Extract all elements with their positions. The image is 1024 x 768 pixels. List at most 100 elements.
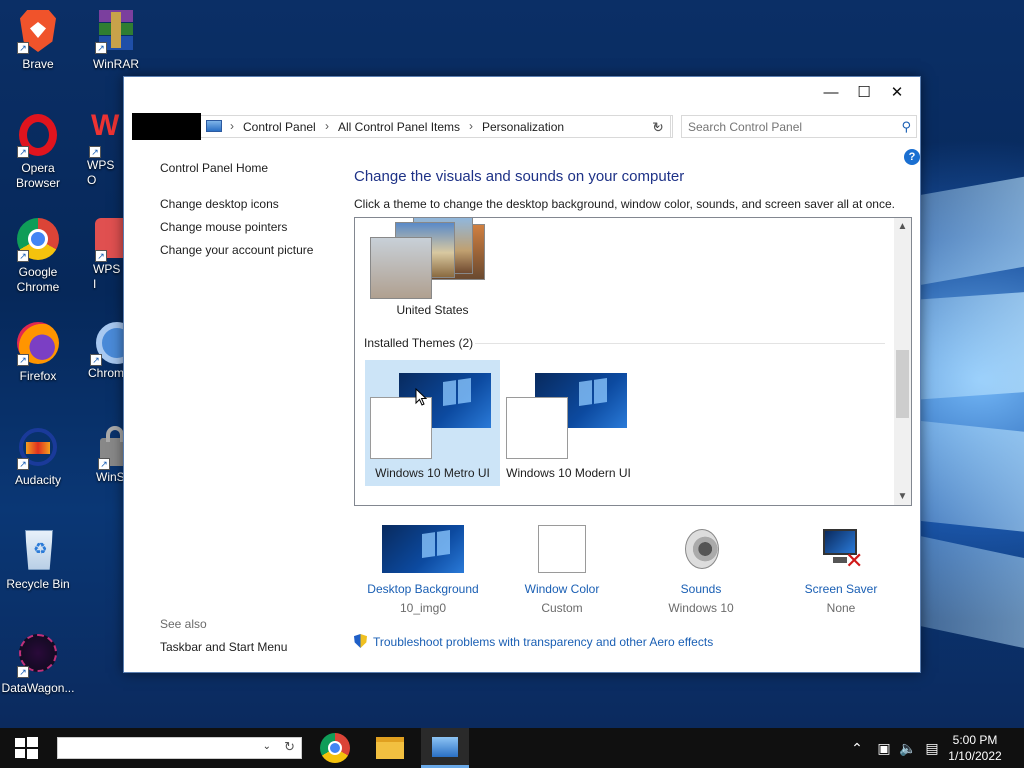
firefox-icon: ↗ [15,320,61,366]
chevron-up-icon[interactable]: ⌃ [848,728,866,768]
screen-saver-icon: ✕ [817,525,865,573]
screen-saver-value: None [826,601,856,615]
window-color-icon [538,525,586,573]
clock[interactable]: 5:00 PM 1/10/2022 [940,732,1010,764]
vertical-scrollbar[interactable]: ▲ ▼ [894,218,911,505]
datawagon-icon: ↗ [15,632,61,678]
opera-icon: ↗ [15,112,61,158]
window-color-value: Custom [541,601,583,615]
theme-list[interactable]: United States Installed Themes (2) Windo… [354,217,912,506]
installed-themes-label: Installed Themes (2) [364,336,474,350]
theme-windows-10-metro-ui[interactable]: Windows 10 Metro UI [365,360,500,486]
help-icon[interactable]: ? [904,149,920,165]
wps-office-icon: W ↗ [89,112,120,158]
control-panel-home-link[interactable]: Control Panel Home [160,161,268,175]
screen-saver-link[interactable]: Screen Saver [776,582,906,596]
desktop-icon-chromium[interactable]: ↗ Chrom [78,320,123,381]
taskbar-search-input[interactable] [58,738,248,758]
clock-time: 5:00 PM [952,733,998,747]
search-icon[interactable]: ⚲ [901,119,911,135]
action-center-icon[interactable]: ▤ [922,728,942,768]
breadcrumb-control-panel[interactable]: Control Panel [243,120,316,134]
start-button[interactable] [0,728,52,768]
volume-icon[interactable]: 🔈 [898,728,918,768]
chevron-right-icon: › [325,119,329,133]
mouse-cursor-icon [415,388,427,406]
change-desktop-icons-link[interactable]: Change desktop icons [160,197,279,211]
chromium-icon: ↗ [88,320,123,366]
desktop-icon-recycle-bin[interactable]: ♻ Recycle Bin [0,528,76,592]
close-button[interactable]: ✕ [880,77,914,109]
change-account-picture-link[interactable]: Change your account picture [160,243,313,257]
recycle-bin-icon: ♻ [15,528,61,574]
sounds-setting[interactable]: Sounds Windows 10 [636,525,766,615]
desktop-background-link[interactable]: Desktop Background [358,582,488,596]
troubleshoot-link[interactable]: Troubleshoot problems with transparency … [354,634,713,649]
taskbar-chrome[interactable] [311,728,359,768]
maximize-button[interactable]: ☐ [847,77,881,109]
chevron-down-icon[interactable]: ⌄ [263,741,271,752]
title-bar[interactable]: — ☐ ✕ [124,77,920,109]
scroll-down-icon[interactable]: ▼ [894,488,911,505]
windows-logo-icon [15,737,38,759]
minimize-button[interactable]: — [814,77,848,109]
chevron-right-icon: › [230,119,234,133]
group-divider [475,343,885,344]
file-explorer-icon [376,737,404,759]
taskbar-search-box[interactable]: ⌄ ↻ [57,737,302,759]
speaker-icon [677,525,725,573]
theme-united-states[interactable]: United States [365,218,500,322]
clock-date: 1/10/2022 [948,749,1002,763]
chevron-right-icon: › [469,119,473,133]
taskbar-start-menu-link[interactable]: Taskbar and Start Menu [160,640,287,654]
desktop-icon-datawagon[interactable]: ↗ DataWagon... [0,632,76,696]
audacity-icon: ↗ [15,424,61,470]
refresh-button[interactable]: ↻ [646,115,671,138]
address-bar[interactable]: › Control Panel › All Control Panel Item… [132,113,673,140]
chrome-icon [320,733,350,763]
theme-label: Windows 10 Modern UI [506,466,631,480]
change-mouse-pointers-link[interactable]: Change mouse pointers [160,220,287,234]
refresh-icon[interactable]: ↻ [284,739,295,755]
window-color-setting[interactable]: Window Color Custom [497,525,627,615]
breadcrumb-personalization[interactable]: Personalization [482,120,564,134]
theme-label: Windows 10 Metro UI [375,466,490,480]
theme-windows-10-modern-ui[interactable]: Windows 10 Modern UI [501,360,636,500]
desktop-icon-winscp[interactable]: ↗ WinS [78,424,123,485]
theme-label: United States [396,303,469,317]
taskbar-file-explorer[interactable] [366,728,414,768]
wps-icon: ↗ [93,216,123,262]
desktop-icon-wps-office[interactable]: W ↗ WPS O [78,112,123,188]
desktop-background-value: 10_img0 [399,601,447,615]
desktop-icon-opera[interactable]: ↗ Opera Browser [0,112,76,191]
redacted-block [132,113,201,140]
desktop-icon-wps[interactable]: ↗ WPS I [78,216,123,292]
troubleshoot-link-text[interactable]: Troubleshoot problems with transparency … [373,635,713,649]
desktop-icon-chrome[interactable]: ↗ Google Chrome [0,216,76,295]
winrar-icon: ↗ [93,8,139,54]
page-title: Change the visuals and sounds on your co… [354,168,685,185]
sounds-link[interactable]: Sounds [636,582,766,596]
page-description: Click a theme to change the desktop back… [354,197,895,211]
network-icon[interactable]: ▣ [874,728,894,768]
breadcrumb-all-items[interactable]: All Control Panel Items [338,120,460,134]
theme-color-swatch [506,397,568,459]
taskbar-control-panel[interactable] [421,728,469,768]
desktop-background-setting[interactable]: Desktop Background 10_img0 [358,525,488,615]
window-color-link[interactable]: Window Color [497,582,627,596]
personalization-window: — ☐ ✕ › Control Panel › All Control Pane… [123,76,921,673]
desktop-icon-brave[interactable]: ↗ Brave [0,8,76,72]
control-panel-icon [432,737,458,757]
search-input[interactable] [682,116,882,137]
screen-saver-setting[interactable]: ✕ Screen Saver None [776,525,906,615]
desktop-icon-audacity[interactable]: ↗ Audacity [0,424,76,488]
desktop-icon-winrar[interactable]: ↗ WinRAR [78,8,154,72]
chrome-icon: ↗ [15,216,61,262]
taskbar: ⌄ ↻ ⌃ ▣ 🔈 ▤ 5:00 PM 1/10/2022 [0,728,1024,768]
control-panel-icon [206,120,222,132]
search-box[interactable]: ⚲ [681,115,917,138]
brave-icon: ↗ [15,8,61,54]
scroll-up-icon[interactable]: ▲ [894,218,911,235]
desktop-icon-firefox[interactable]: ↗ Firefox [0,320,76,384]
scroll-thumb[interactable] [896,350,909,418]
